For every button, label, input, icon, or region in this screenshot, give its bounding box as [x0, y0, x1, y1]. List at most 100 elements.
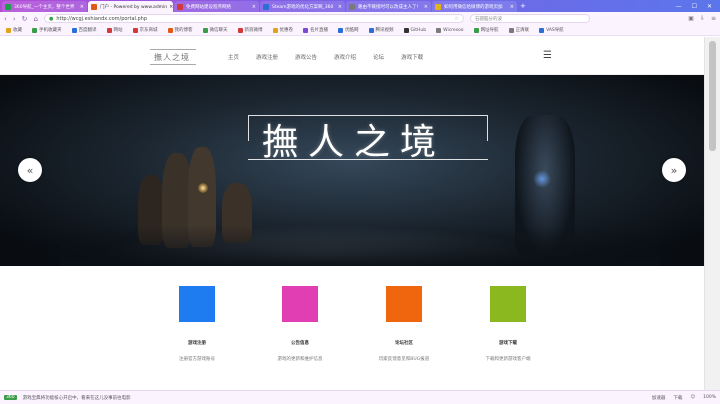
address-toolbar: ‹ › ↻ ⌂ ● http://wcgj.eshiandx.com/porta…: [0, 12, 720, 25]
feature-download[interactable]: 游戏下载 下载和更新游戏客户端: [453, 286, 563, 362]
bookmark-item[interactable]: 网站: [106, 27, 123, 33]
bookmark-favicon-icon: [106, 27, 112, 33]
minimize-button[interactable]: —: [676, 3, 682, 10]
status-item[interactable]: ☺: [690, 395, 695, 401]
back-button[interactable]: ‹: [4, 15, 7, 23]
url-text: http://wcgj.eshiandx.com/portal.php: [56, 15, 148, 22]
refresh-button[interactable]: ↻: [22, 15, 28, 23]
nav-item-download[interactable]: 游戏下载: [401, 53, 423, 61]
star-icon[interactable]: ☆: [454, 16, 458, 22]
site-nav: 主页 游戏注册 游戏公告 游戏介绍 论坛 游戏下载: [228, 53, 423, 61]
scrollbar-thumb[interactable]: [709, 41, 716, 151]
close-icon[interactable]: ×: [250, 4, 256, 10]
bookmark-item[interactable]: 手机收藏夹: [32, 27, 62, 33]
bookmark-favicon-icon: [338, 27, 343, 33]
download-icon[interactable]: ⇩: [700, 15, 705, 22]
nav-item-forum[interactable]: 论坛: [373, 53, 384, 61]
feature-desc: 注册官方游戏账号: [179, 357, 215, 362]
bookmark-item[interactable]: 优酷网: [338, 27, 359, 33]
feature-forum[interactable]: 论坛社区 玩家反馈意见和BUG报道: [349, 286, 459, 362]
status-item[interactable]: 下载: [673, 395, 682, 401]
register-icon: [179, 286, 215, 322]
bookmark-label: GitHub: [410, 27, 427, 33]
bookmark-item[interactable]: 百度翻译: [71, 27, 97, 33]
tab-label: 路由不联接时可以改成主人了!: [358, 4, 419, 10]
feature-announcements[interactable]: 公告信息 游戏的更新和维护信息: [245, 286, 355, 362]
bookmark-item[interactable]: 正清联: [508, 27, 529, 33]
nav-item-announcements[interactable]: 游戏公告: [295, 53, 317, 61]
browser-tab[interactable]: 免费网站建设程序网络 ×: [174, 1, 259, 12]
browser-tab[interactable]: 路由不联接时可以改成主人了! ×: [346, 1, 431, 12]
carousel-next-button[interactable]: »: [662, 158, 686, 182]
bookmark-label: Wicresoo: [443, 27, 464, 33]
close-window-button[interactable]: ✕: [707, 3, 712, 10]
menu-icon[interactable]: ≡: [711, 15, 716, 22]
feature-register[interactable]: 游戏注册 注册官方游戏账号: [142, 286, 252, 362]
tab-favicon-icon: [435, 3, 441, 10]
close-icon[interactable]: ×: [78, 4, 84, 10]
bookmark-item[interactable]: Wicresoo: [436, 27, 464, 33]
forward-button[interactable]: ›: [13, 15, 16, 23]
close-icon[interactable]: ×: [336, 4, 342, 10]
bookmark-label: 优惠卷: [279, 28, 294, 33]
bookmark-item[interactable]: 名片直播: [303, 27, 328, 33]
tab-favicon-icon: [263, 3, 269, 10]
lock-icon: ●: [48, 15, 54, 22]
tab-favicon-icon: [177, 3, 183, 10]
bookmark-item[interactable]: VAS导航: [539, 27, 564, 33]
bookmark-label: 腾讯视频: [375, 28, 394, 33]
extensions-icon[interactable]: ▣: [688, 15, 694, 22]
tab-label: 360导航_一个主页，整个世界: [14, 4, 75, 10]
close-icon[interactable]: ×: [422, 4, 428, 10]
feature-title: 论坛社区: [395, 341, 413, 346]
bookmark-item[interactable]: 微信聊天: [202, 27, 228, 33]
rocks-decoration: [60, 225, 660, 266]
feature-desc: 游戏的更新和维护信息: [277, 357, 323, 362]
bookmark-item[interactable]: 收藏: [6, 27, 22, 33]
bookmark-item[interactable]: 新浪微博: [237, 27, 263, 33]
banner-title: 撫人之境: [262, 122, 447, 163]
carousel-prev-button[interactable]: «: [18, 158, 42, 182]
browser-tab[interactable]: Steam游戏的优化方案啊_360 ×: [260, 1, 345, 12]
home-button[interactable]: ⌂: [34, 15, 38, 23]
bookmarks-bar: 收藏 手机收藏夹 百度翻译 网站 京东商城 我的博客 微信聊天 新浪微博 优惠卷 名片直播 优酷网 腾…: [0, 25, 720, 36]
tab-label: 如何用微信给微博的游戏页加: [444, 4, 503, 10]
nav-item-game-intro[interactable]: 游戏介绍: [334, 53, 356, 61]
page-scrollbar[interactable]: [704, 37, 720, 390]
browser-tab-active[interactable]: 门户 - Powered by www.admin ×: [88, 1, 173, 12]
close-icon[interactable]: ×: [508, 4, 514, 10]
torch-glow: [198, 183, 208, 193]
nav-item-register[interactable]: 游戏注册: [256, 53, 278, 61]
tab-strip: 360导航_一个主页，整个世界 × 门户 - Powered by www.adm…: [0, 0, 720, 12]
tab-favicon-icon: [91, 3, 97, 10]
status-item[interactable]: 加速器: [652, 395, 666, 401]
bookmark-favicon-icon: [237, 27, 243, 33]
close-icon[interactable]: ×: [167, 4, 173, 10]
bookmark-favicon-icon: [508, 27, 514, 33]
bookmark-favicon-icon: [202, 27, 208, 33]
search-input[interactable]: 石圆脑分的波: [469, 14, 590, 23]
bookmark-label: 我的博客: [174, 28, 193, 33]
bookmark-favicon-icon: [167, 27, 173, 33]
bookmark-label: 网站: [113, 28, 123, 33]
bookmark-item[interactable]: 网址导航: [473, 27, 499, 33]
zoom-level[interactable]: 100%: [703, 395, 716, 401]
browser-tab[interactable]: 如何用微信给微博的游戏页加 ×: [432, 1, 517, 12]
site-logo[interactable]: 撫人之境: [150, 49, 196, 65]
url-bar[interactable]: ● http://wcgj.eshiandx.com/portal.php ☆: [43, 14, 464, 23]
bookmark-favicon-icon: [32, 27, 37, 33]
bookmark-item[interactable]: GitHub: [403, 27, 427, 33]
bookmark-label: 京东商城: [139, 28, 158, 33]
maximize-button[interactable]: ☐: [692, 3, 697, 10]
bookmark-item[interactable]: 京东商城: [132, 27, 158, 33]
bookmark-item[interactable]: 我的博客: [167, 27, 193, 33]
new-tab-button[interactable]: +: [520, 1, 526, 12]
bookmark-item[interactable]: 优惠卷: [272, 27, 294, 33]
bookmark-item[interactable]: 腾讯视频: [368, 27, 394, 33]
browser-tab[interactable]: 360导航_一个主页，整个世界 ×: [2, 1, 87, 12]
forum-icon: [386, 286, 422, 322]
nav-item-home[interactable]: 主页: [228, 53, 239, 61]
bookmark-favicon-icon: [303, 27, 308, 33]
hamburger-menu-icon[interactable]: ☰: [543, 51, 552, 61]
tab-label: 免费网站建设程序网络: [186, 4, 231, 10]
